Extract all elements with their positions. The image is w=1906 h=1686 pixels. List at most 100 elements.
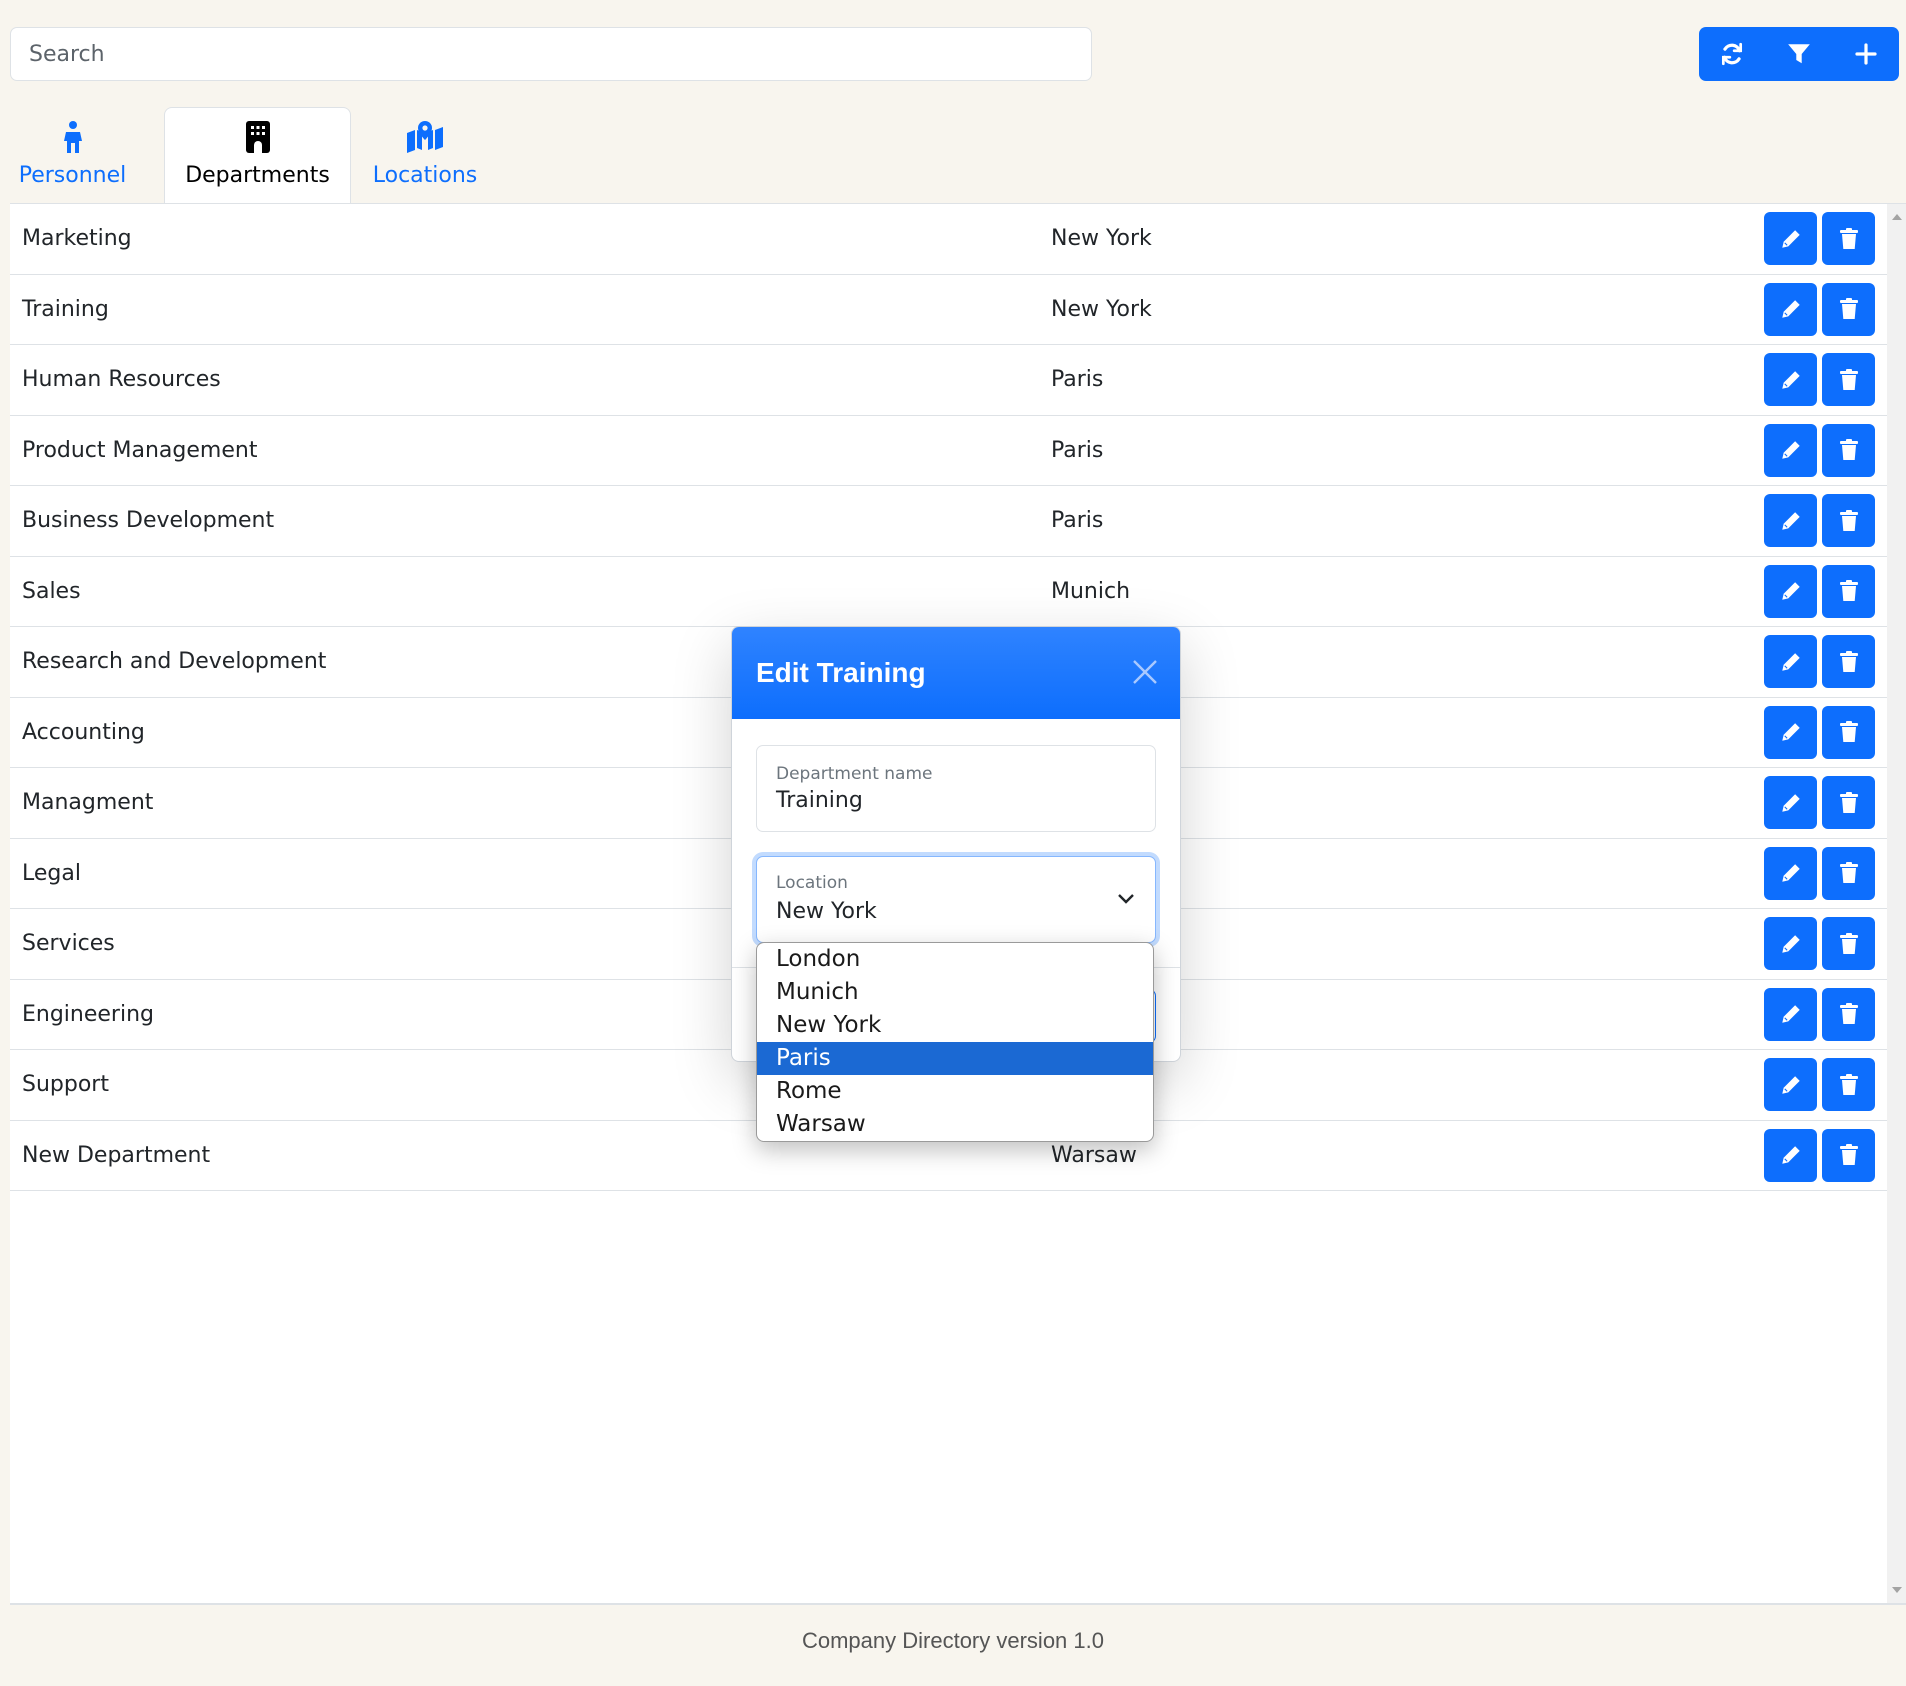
department-name: Human Resources	[22, 367, 221, 392]
add-button[interactable]	[1832, 27, 1899, 81]
table-row: Product Management Paris	[10, 416, 1887, 486]
pencil-icon	[1781, 934, 1800, 953]
edit-button[interactable]	[1764, 776, 1817, 829]
location-value: New York	[776, 899, 877, 924]
delete-button[interactable]	[1822, 494, 1875, 547]
search-input[interactable]	[10, 27, 1092, 81]
edit-button[interactable]	[1764, 282, 1817, 336]
footer-version-text: Company Directory version 1.0	[801, 1628, 1104, 1653]
location-dropdown-list: London Munich New York Paris Rome Warsaw	[756, 942, 1154, 1142]
trash-icon	[1839, 721, 1858, 742]
table-row: Sales Munich	[10, 557, 1887, 627]
edit-button[interactable]	[1764, 1058, 1817, 1111]
location-label: Location	[776, 873, 848, 893]
table-row: Business Development Paris	[10, 486, 1887, 557]
edit-button[interactable]	[1764, 494, 1817, 547]
location-select[interactable]: Location New York	[756, 856, 1156, 943]
edit-button[interactable]	[1764, 705, 1817, 759]
trash-icon	[1839, 439, 1858, 460]
department-location: Munich	[1051, 578, 1131, 604]
department-location: Paris	[1051, 508, 1104, 533]
pencil-icon	[1781, 652, 1800, 671]
delete-button[interactable]	[1822, 635, 1875, 688]
department-name: Legal	[22, 860, 81, 886]
pencil-icon	[1781, 723, 1800, 741]
delete-button[interactable]	[1822, 987, 1875, 1041]
edit-button[interactable]	[1764, 987, 1817, 1041]
delete-button[interactable]	[1822, 564, 1875, 618]
location-option[interactable]: Rome	[757, 1075, 1153, 1108]
delete-button[interactable]	[1822, 353, 1875, 406]
department-name: Managment	[22, 790, 154, 815]
trash-icon	[1839, 932, 1858, 954]
refresh-button[interactable]	[1699, 27, 1766, 81]
location-option[interactable]: Warsaw	[757, 1108, 1153, 1141]
edit-button[interactable]	[1764, 635, 1817, 688]
edit-button[interactable]	[1764, 1128, 1817, 1182]
delete-button[interactable]	[1822, 1128, 1875, 1182]
location-option[interactable]: Munich	[757, 976, 1153, 1009]
department-name: Research and Development	[22, 649, 327, 674]
tab-personnel[interactable]: Personnel	[10, 107, 135, 204]
department-location: New York	[1051, 226, 1152, 251]
scroll-down-arrow-icon[interactable]	[1892, 1587, 1902, 1593]
toolbar-button-group	[1699, 27, 1899, 81]
department-name: Support	[22, 1072, 109, 1097]
tab-label: Locations	[372, 163, 478, 188]
tab-label: Personnel	[18, 163, 127, 188]
pencil-icon	[1781, 582, 1800, 600]
tab-bar: Personnel Departments Locations	[10, 107, 1896, 204]
map-location-icon	[407, 121, 443, 153]
delete-button[interactable]	[1822, 212, 1875, 265]
pencil-icon	[1781, 370, 1800, 389]
filter-button[interactable]	[1766, 27, 1833, 81]
trash-icon	[1839, 1073, 1858, 1095]
edit-button[interactable]	[1764, 564, 1817, 618]
location-option[interactable]: New York	[757, 1009, 1153, 1042]
location-option[interactable]: London	[757, 943, 1153, 976]
delete-button[interactable]	[1822, 282, 1875, 336]
pencil-icon	[1781, 793, 1800, 812]
chevron-down-icon	[1118, 894, 1134, 904]
department-name: Product Management	[22, 437, 258, 463]
pencil-icon	[1781, 300, 1800, 318]
pencil-icon	[1781, 864, 1800, 882]
department-location: New York	[1051, 296, 1152, 322]
delete-button[interactable]	[1822, 776, 1875, 829]
trash-icon	[1839, 791, 1858, 813]
department-name: Business Development	[22, 508, 275, 533]
close-button[interactable]	[1132, 659, 1158, 689]
edit-button[interactable]	[1764, 917, 1817, 970]
refresh-icon	[1722, 42, 1743, 66]
delete-button[interactable]	[1822, 846, 1875, 900]
trash-icon	[1839, 1144, 1858, 1165]
edit-button[interactable]	[1764, 212, 1817, 265]
tab-label: Departments	[185, 163, 330, 188]
trash-icon	[1839, 862, 1858, 883]
scroll-up-arrow-icon[interactable]	[1892, 214, 1902, 220]
department-name-label: Department name	[776, 764, 933, 784]
tab-departments[interactable]: Departments	[164, 107, 351, 204]
trash-icon	[1839, 1003, 1858, 1024]
department-name-value[interactable]: Training	[776, 788, 863, 813]
delete-button[interactable]	[1822, 1058, 1875, 1111]
delete-button[interactable]	[1822, 705, 1875, 759]
delete-button[interactable]	[1822, 423, 1875, 477]
delete-button[interactable]	[1822, 917, 1875, 970]
department-name: Accounting	[22, 719, 145, 745]
modal-title: Edit Training	[756, 657, 926, 688]
edit-button[interactable]	[1764, 423, 1817, 477]
edit-button[interactable]	[1764, 846, 1817, 900]
pencil-icon	[1781, 1146, 1800, 1164]
trash-icon	[1839, 650, 1858, 672]
location-option[interactable]: Paris	[757, 1042, 1153, 1075]
vertical-scrollbar[interactable]	[1887, 204, 1906, 1603]
tab-locations[interactable]: Locations	[351, 107, 499, 204]
department-name-field[interactable]: Department name Training	[756, 745, 1156, 832]
department-name: Training	[22, 296, 109, 322]
department-name: Engineering	[22, 1001, 154, 1027]
pencil-icon	[1781, 511, 1800, 530]
trash-icon	[1839, 580, 1858, 601]
department-location: Paris	[1051, 437, 1104, 463]
edit-button[interactable]	[1764, 353, 1817, 406]
